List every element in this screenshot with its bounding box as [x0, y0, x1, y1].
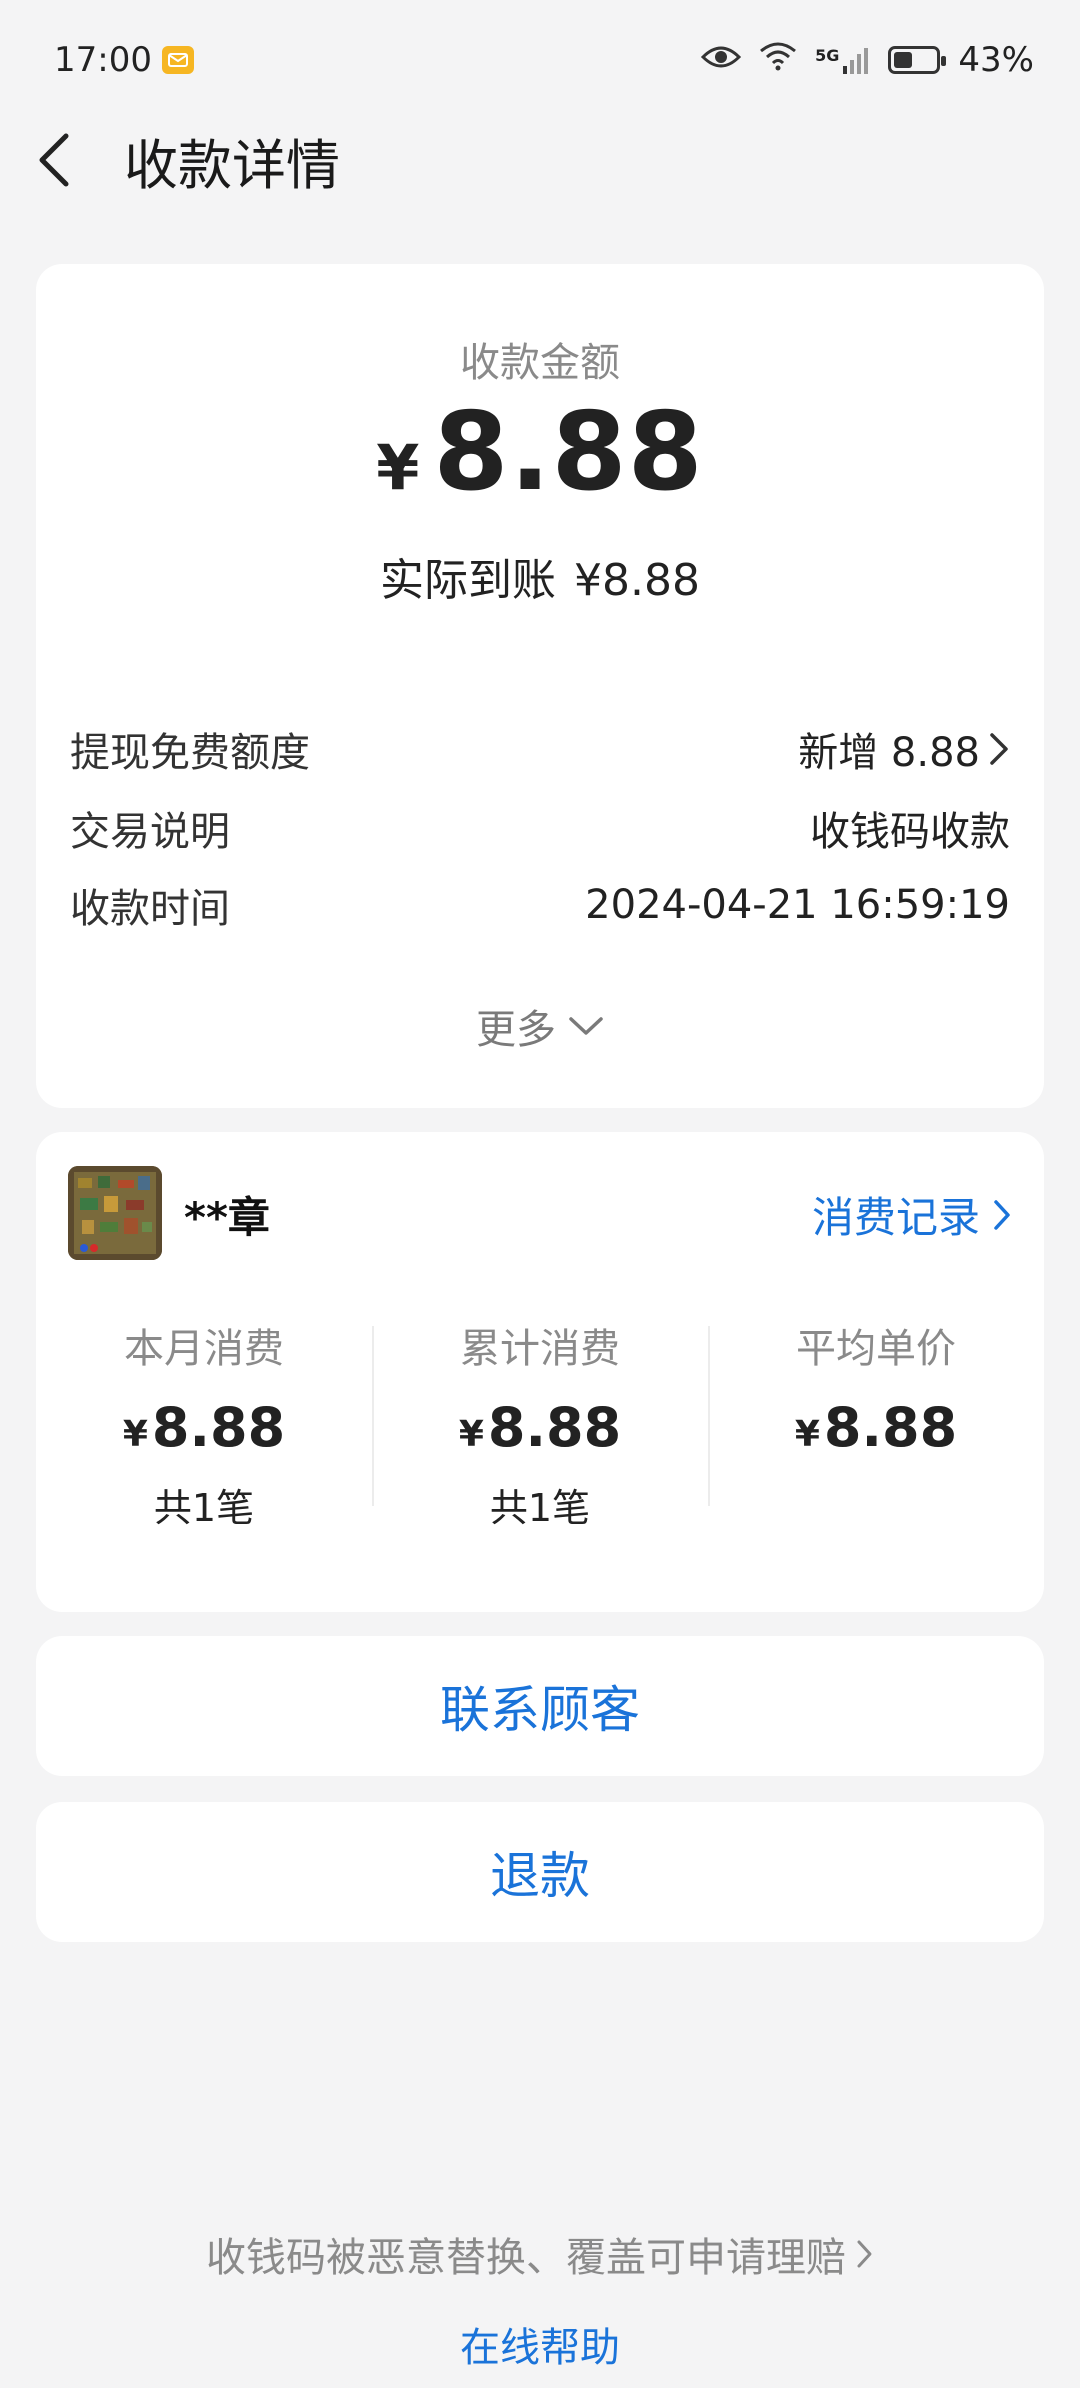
detail-label: 交易说明: [70, 809, 230, 855]
chevron-down-icon: [569, 1017, 603, 1035]
stat-label: 累计消费: [460, 1326, 620, 1372]
detail-value: 新增 8.88: [798, 720, 1010, 778]
stat-value: ¥8.88: [372, 1396, 708, 1459]
eye-icon: [701, 40, 742, 80]
contact-customer-button[interactable]: 联系顾客: [36, 1636, 1044, 1776]
stat-amount: 8.88: [151, 1396, 286, 1459]
status-time: 17:00: [54, 40, 152, 80]
detail-row-description: 交易说明 收钱码收款: [70, 799, 1010, 857]
back-arrow-icon: [39, 133, 69, 187]
battery-icon: [888, 46, 947, 74]
records-link-label: 消费记录: [811, 1193, 980, 1242]
page-title: 收款详情: [124, 133, 340, 197]
stat-amount: 8.88: [487, 1396, 622, 1459]
app-bar: 收款详情: [0, 120, 1080, 200]
detail-row-withdraw-quota[interactable]: 提现免费额度 新增 8.88: [70, 720, 1010, 778]
network-type: 5G: [815, 46, 840, 65]
signal-5g-icon: 5G: [815, 46, 870, 74]
refund-button[interactable]: 退款: [36, 1802, 1044, 1942]
stat-monthly: 本月消费 ¥8.88 共1笔: [36, 1316, 372, 1530]
stat-count: 共1笔: [153, 1486, 255, 1530]
stat-currency: ¥: [794, 1414, 820, 1455]
detail-row-time: 收款时间 2024-04-21 16:59:19: [70, 876, 1010, 934]
amount-label: 收款金额: [460, 340, 620, 386]
detail-label: 提现免费额度: [70, 730, 310, 776]
battery-fill: [894, 52, 912, 68]
stat-average: 平均单价 ¥8.88: [708, 1316, 1044, 1516]
detail-value-text: 新增 8.88: [798, 730, 980, 776]
customer-card: **章 消费记录 本月消费 ¥8.88 共1笔 累计消费 ¥8.88 共1笔 平…: [36, 1132, 1044, 1612]
stat-amount: 8.88: [823, 1396, 958, 1459]
received-label: 实际到账: [380, 555, 557, 606]
chevron-right-icon: [857, 2240, 872, 2268]
detail-value: 2024-04-21 16:59:19: [585, 882, 1010, 928]
status-left: 17:00: [54, 40, 194, 80]
more-label: 更多: [476, 1007, 556, 1053]
status-bar: 17:00 5G 43%: [0, 0, 1080, 120]
payment-summary-card: 收款金额 ¥ 8.88 实际到账 ¥8.88 提现免费额度 新增 8.88 交易说…: [36, 264, 1044, 1108]
amount-display: ¥ 8.88: [36, 390, 1044, 515]
detail-value: 收钱码收款: [810, 809, 1010, 855]
wifi-icon: [759, 40, 797, 80]
chevron-right-icon: [990, 733, 1008, 765]
battery-percent: 43%: [958, 40, 1034, 80]
detail-label: 收款时间: [70, 886, 230, 932]
stat-value: ¥8.88: [36, 1396, 372, 1459]
consumption-records-link[interactable]: 消费记录: [812, 1184, 1012, 1245]
mail-notification-icon: [161, 46, 194, 74]
chevron-right-icon: [994, 1199, 1010, 1230]
stat-label: 平均单价: [796, 1326, 956, 1372]
received-amount-row: 实际到账 ¥8.88: [36, 544, 1044, 608]
claim-notice-link[interactable]: 收钱码被恶意替换、覆盖可申请理赔: [0, 2225, 1080, 2283]
online-help-link[interactable]: 在线帮助: [0, 2315, 1080, 2373]
claim-notice-text: 收钱码被恶意替换、覆盖可申请理赔: [206, 2235, 846, 2281]
more-toggle[interactable]: 更多: [36, 997, 1044, 1055]
status-right: 5G 43%: [701, 40, 1034, 80]
stat-value: ¥8.88: [708, 1396, 1044, 1459]
stat-label: 本月消费: [124, 1326, 284, 1372]
amount-value: 8.88: [433, 390, 704, 515]
back-button[interactable]: [34, 120, 94, 200]
amount-currency: ¥: [376, 431, 420, 504]
stat-currency: ¥: [122, 1414, 148, 1455]
received-value: ¥8.88: [574, 555, 700, 606]
stat-currency: ¥: [458, 1414, 484, 1455]
customer-avatar[interactable]: [68, 1166, 162, 1260]
stat-total: 累计消费 ¥8.88 共1笔: [372, 1316, 708, 1530]
consumption-stats: 本月消费 ¥8.88 共1笔 累计消费 ¥8.88 共1笔 平均单价 ¥8.88: [36, 1316, 1044, 1530]
stat-count: 共1笔: [489, 1486, 591, 1530]
customer-name: **章: [184, 1193, 270, 1242]
